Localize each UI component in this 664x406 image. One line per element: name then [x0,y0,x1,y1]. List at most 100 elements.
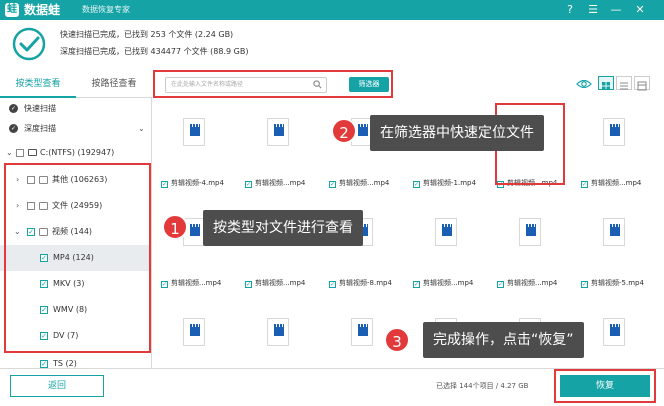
grid-view-icon[interactable] [598,76,614,90]
file-thumbnail[interactable] [161,104,225,174]
tab-by-path[interactable]: 按路径查看 [76,70,152,98]
tab-by-type[interactable]: 按类型查看 [0,70,76,98]
file-name[interactable]: ✓ 剪辑视频-8.mp4 [329,278,399,288]
type-checkbox[interactable]: ✓ [40,280,48,288]
file-tile[interactable]: ✓ 剪辑视频...mp4 [405,198,477,290]
file-name-label: 剪辑视频...mp4 [507,279,558,287]
file-tile[interactable] [321,298,393,368]
file-checkbox[interactable]: ✓ [413,281,420,288]
file-thumbnail[interactable] [413,204,477,274]
type-checkbox[interactable]: ✓ [40,360,48,368]
back-button[interactable]: 返回 [10,375,104,397]
recover-button[interactable]: 恢复 [560,375,650,397]
file-thumbnail[interactable] [161,304,225,368]
file-tile[interactable]: ✓ 剪辑视频...mp4 [489,198,561,290]
sidebar: ✓ 快速扫描 ✓ 深度扫描 ⌄ ⌄ C:(NTFS) (192947) › 其他… [0,98,152,368]
sidebar-item-documents[interactable]: › 文件 (24959) [0,199,151,213]
app-window: 蛙 数据蛙 数据恢复专家 ? ☰ — ✕ 快速扫描已完成，已找到 253 个文件… [0,0,664,406]
check-circle-icon: ✓ [9,104,18,113]
file-name[interactable]: ✓ 剪辑视频...mp4 [581,178,651,188]
video-file-icon [267,118,289,146]
file-tile[interactable]: ✓ 剪辑视频-5.mp4 [573,198,645,290]
drive-checkbox[interactable] [16,149,24,157]
search-icon[interactable] [313,80,322,89]
file-checkbox[interactable]: ✓ [245,181,252,188]
sidebar-item-quick-scan[interactable]: ✓ 快速扫描 [0,102,151,116]
file-checkbox[interactable]: ✓ [581,181,588,188]
sidebar-item-mp4[interactable]: ✓ MP4 (124) [0,245,151,271]
type-checkbox[interactable]: ✓ [40,332,48,340]
sidebar-item-drive[interactable]: ⌄ C:(NTFS) (192947) [0,146,151,160]
search-input[interactable]: 在此处输入文件名称或路径 [165,77,327,93]
group-checkbox[interactable] [27,202,35,210]
sidebar-item-label: 其他 (106263) [52,175,108,184]
step-1-badge: 1 [162,214,188,240]
file-name[interactable]: ✓ 剪辑视频...mp4 [329,178,399,188]
title-bar: 蛙 数据蛙 数据恢复专家 ? ☰ — ✕ [0,0,664,20]
file-name[interactable]: ✓ 剪辑视频...mp4 [245,178,315,188]
sidebar-item-other[interactable]: › 其他 (106263) [0,173,151,187]
video-file-icon [519,218,541,246]
chevron-right-icon[interactable]: › [16,200,19,212]
sidebar-item-label: 快速扫描 [24,104,56,113]
file-name[interactable]: ✓ 剪辑视频...mp4 [245,278,315,288]
file-thumbnail[interactable] [581,304,645,368]
file-checkbox[interactable]: ✓ [161,281,168,288]
file-thumbnail[interactable] [497,204,561,274]
file-tile[interactable]: ✓ 剪辑视频...mp4 [573,98,645,190]
type-checkbox[interactable]: ✓ [40,306,48,314]
sidebar-item-deep-scan[interactable]: ✓ 深度扫描 ⌄ [0,122,151,136]
file-name[interactable]: ✓ 剪辑视频...mp4 [497,278,567,288]
list-view-icon[interactable] [616,76,632,90]
file-checkbox[interactable]: ✓ [161,181,168,188]
file-thumbnail[interactable] [245,104,309,174]
minimize-icon[interactable]: — [608,2,624,18]
file-tile[interactable] [153,298,225,368]
file-name[interactable]: ✓ 剪辑视频...mp4 [413,278,483,288]
sidebar-item-ts[interactable]: ✓ TS (2) [0,353,151,368]
file-name-label: 剪辑视频...mp4 [591,179,642,187]
file-thumbnail[interactable] [581,104,645,174]
file-name-label: 剪辑视频-8.mp4 [339,279,392,287]
file-checkbox[interactable]: ✓ [245,281,252,288]
file-name[interactable]: ✓ 剪辑视频-4.mp4 [161,178,231,188]
sidebar-item-video[interactable]: ⌄ ✓ 视频 (144) [0,225,151,239]
file-tile[interactable] [573,298,645,368]
file-thumbnail[interactable] [581,204,645,274]
chevron-down-icon[interactable]: ⌄ [14,226,21,238]
preview-eye-icon[interactable] [576,78,592,90]
file-tile[interactable]: ✓ 剪辑视频...mp4 [237,98,309,190]
drive-icon [28,149,37,156]
sidebar-item-mkv[interactable]: ✓ MKV (3) [0,271,151,297]
file-checkbox[interactable]: ✓ [497,281,504,288]
sidebar-item-wmv[interactable]: ✓ WMV (8) [0,297,151,323]
group-checkbox[interactable]: ✓ [27,228,35,236]
step-2-callout: 在筛选器中快速定位文件 [370,115,544,151]
chevron-down-icon[interactable]: ⌄ [6,147,13,159]
chevron-right-icon[interactable]: › [16,174,19,186]
file-name[interactable]: ✓ 剪辑视频-1.mp4 [413,178,483,188]
file-tile[interactable] [237,298,309,368]
file-name[interactable]: ✓ 剪辑视频-5.mp4 [581,278,651,288]
file-name-label: 剪辑视频...mp4 [423,279,474,287]
group-checkbox[interactable] [27,176,35,184]
sidebar-item-label: MP4 (124) [53,253,94,262]
help-icon[interactable]: ? [562,2,578,18]
sidebar-item-label: MKV (3) [53,279,85,288]
file-checkbox[interactable]: ✓ [581,281,588,288]
file-checkbox[interactable]: ✓ [329,181,336,188]
type-checkbox[interactable]: ✓ [40,254,48,262]
file-tile[interactable]: ✓ 剪辑视频-4.mp4 [153,98,225,190]
detail-view-icon[interactable] [634,76,650,91]
file-checkbox[interactable]: ✓ [329,281,336,288]
file-name[interactable]: ✓ 剪辑视频...mp4 [161,278,231,288]
close-icon[interactable]: ✕ [632,2,648,18]
sidebar-item-dv[interactable]: ✓ DV (7) [0,323,151,349]
filter-button[interactable]: 筛选器 [349,77,389,92]
chevron-down-icon[interactable]: ⌄ [138,123,145,135]
file-checkbox[interactable]: ✓ [413,181,420,188]
sidebar-item-label: 深度扫描 [24,124,56,133]
file-thumbnail[interactable] [245,304,309,368]
sidebar-item-label: 文件 (24959) [52,201,103,210]
menu-icon[interactable]: ☰ [585,2,601,18]
